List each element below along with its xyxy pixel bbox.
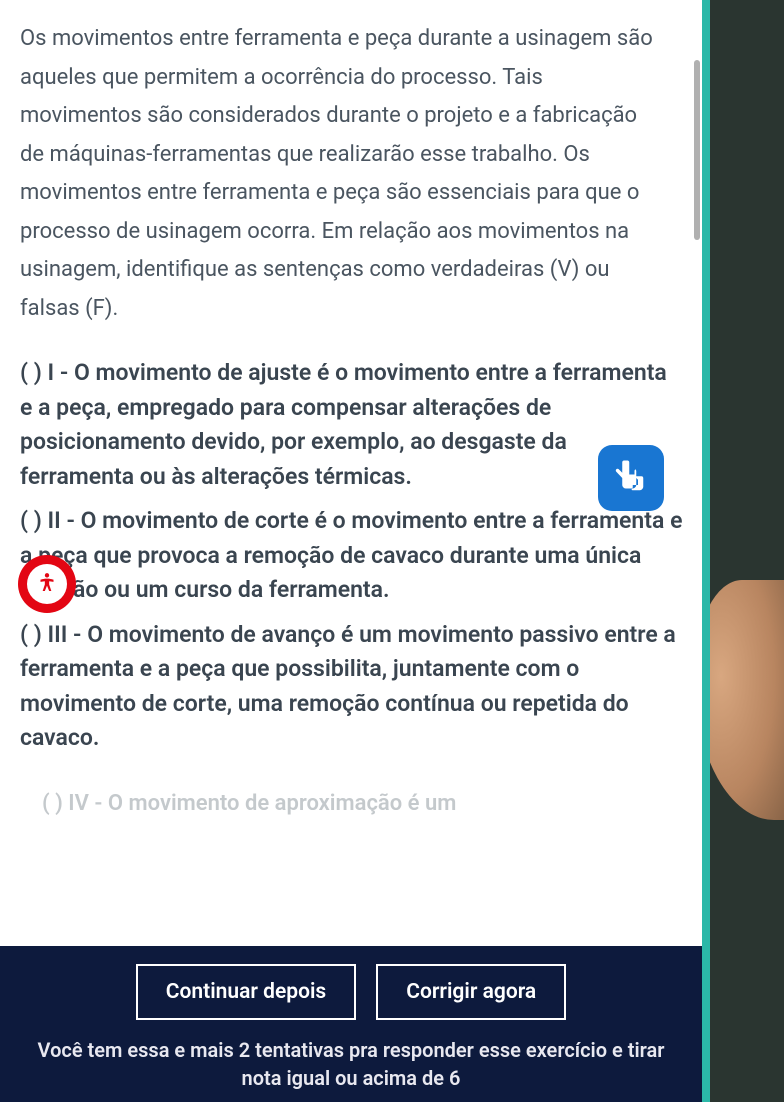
correct-now-button[interactable]: Corrigir agora <box>376 964 566 1020</box>
scrollbar[interactable] <box>694 60 700 240</box>
sign-language-button[interactable] <box>598 445 664 511</box>
statements-list: ( ) I - O movimento de ajuste é o movime… <box>20 356 684 756</box>
statement-2: ( ) II - O movimento de corte é o movime… <box>20 504 684 608</box>
sign-language-icon <box>610 457 652 499</box>
statement-3: ( ) III - O movimento de avanço é um mov… <box>20 618 684 756</box>
attempts-remaining-text: Você tem essa e mais 2 tentativas pra re… <box>12 1036 690 1092</box>
question-content[interactable]: Os movimentos entre ferramenta e peça du… <box>0 0 702 946</box>
partial-statement-4: ( ) IV - O movimento de aproximação é um <box>42 791 456 816</box>
accessibility-button[interactable] <box>18 555 76 613</box>
button-row: Continuar depois Corrigir agora <box>12 964 690 1020</box>
accessibility-icon <box>27 564 67 604</box>
continue-later-button[interactable]: Continuar depois <box>136 964 356 1020</box>
bottom-action-bar: Continuar depois Corrigir agora Você tem… <box>0 946 702 1102</box>
statement-1: ( ) I - O movimento de ajuste é o movime… <box>20 356 684 494</box>
question-intro-text: Os movimentos entre ferramenta e peça du… <box>20 20 684 328</box>
app-screen: Os movimentos entre ferramenta e peça du… <box>0 0 710 1102</box>
